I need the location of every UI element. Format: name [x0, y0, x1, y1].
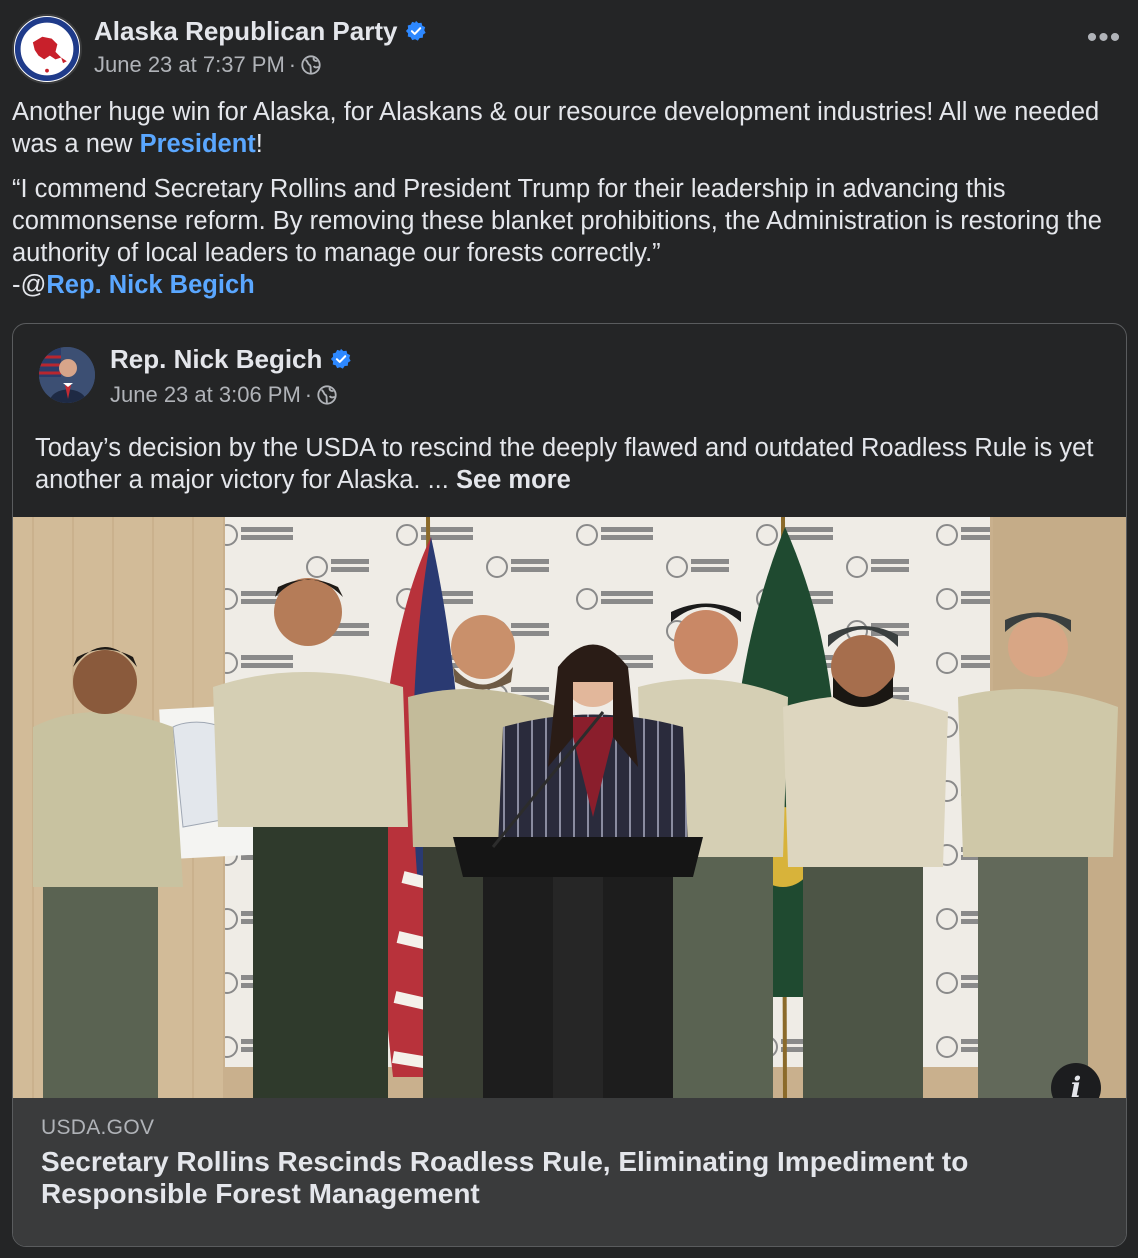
post-quote: “I commend Secretary Rollins and Preside… — [12, 173, 1128, 301]
attribution-prefix: -@ — [12, 271, 47, 299]
party-logo-icon — [14, 16, 80, 82]
shared-timestamp[interactable]: June 23 at 3:06 PM — [110, 382, 301, 407]
shared-author-label[interactable]: Rep. Nick Begich — [110, 344, 322, 374]
president-link[interactable]: President — [140, 130, 256, 158]
verified-badge-icon — [331, 348, 352, 369]
shared-post-text: Today’s decision by the USDA to rescind … — [35, 432, 1115, 496]
verified-badge-icon — [406, 20, 427, 41]
post-author[interactable]: Alaska Republican Party — [94, 16, 427, 47]
quote-text: “I commend Secretary Rollins and Preside… — [12, 175, 1102, 267]
post-body: Another huge win for Alaska, for Alaskan… — [12, 96, 1128, 314]
post-author-label[interactable]: Alaska Republican Party — [94, 16, 397, 46]
press-conference-photo[interactable]: i — [13, 517, 1126, 1098]
post-paragraph: Another huge win for Alaska, for Alaskan… — [12, 96, 1128, 160]
globe-icon[interactable] — [300, 54, 322, 76]
see-more-link[interactable]: See more — [456, 466, 571, 494]
shared-post-card[interactable]: Rep. Nick Begich June 23 at 3:06 PM · Tod… — [12, 323, 1127, 1247]
profile-photo-icon — [39, 347, 95, 403]
more-options-icon[interactable]: ••• — [1084, 23, 1124, 58]
link-preview[interactable]: USDA.GOV Secretary Rollins Rescinds Road… — [13, 1098, 1126, 1246]
photo-illustration — [13, 517, 1126, 1098]
globe-icon[interactable] — [316, 384, 338, 406]
page-avatar[interactable] — [12, 14, 82, 84]
meta-separator: · — [304, 382, 313, 407]
shared-author[interactable]: Rep. Nick Begich — [110, 344, 352, 375]
post-meta: June 23 at 7:37 PM · — [94, 52, 322, 78]
mention-link[interactable]: Rep. Nick Begich — [46, 271, 254, 299]
link-title[interactable]: Secretary Rollins Rescinds Roadless Rule… — [41, 1146, 1081, 1210]
shared-author-avatar[interactable] — [39, 347, 95, 403]
post-timestamp[interactable]: June 23 at 7:37 PM — [94, 52, 285, 77]
link-domain: USDA.GOV — [41, 1116, 155, 1139]
post-header: Alaska Republican Party June 23 at 7:37 … — [12, 14, 1126, 86]
post-text-segment: ! — [255, 130, 263, 158]
shared-meta: June 23 at 3:06 PM · — [110, 382, 338, 408]
meta-separator: · — [288, 52, 297, 77]
